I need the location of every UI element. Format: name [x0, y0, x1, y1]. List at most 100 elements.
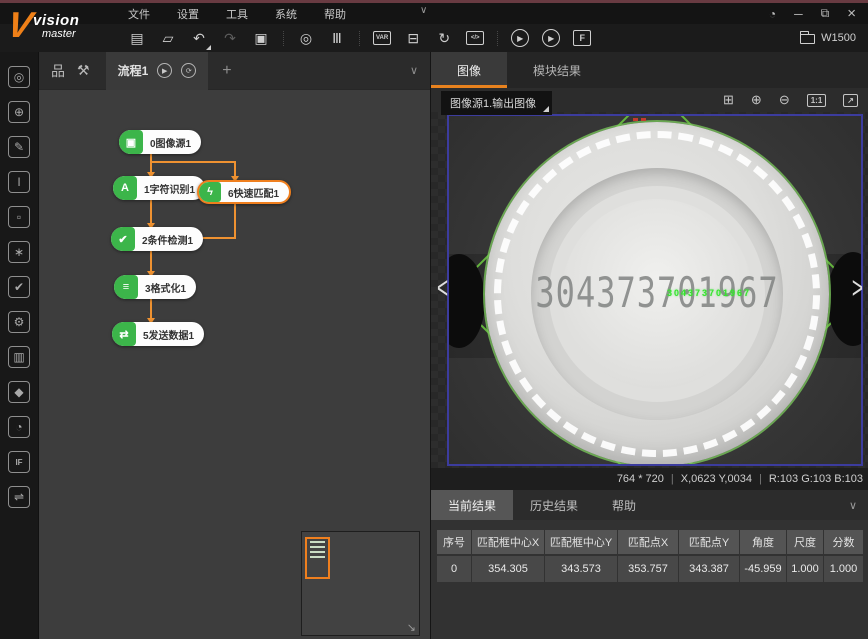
menu-file[interactable]: 文件	[128, 6, 150, 22]
next-image-icon[interactable]: >	[852, 272, 863, 307]
title-bar: 文件 设置 工具 系统 帮助 ∨ ◔ ─ ⧉ ×	[0, 0, 868, 24]
tab-module-result[interactable]: 模块结果	[507, 52, 607, 88]
flow-header: 品 ⚒ 流程1 ▶ ⟳ + ∨	[39, 52, 430, 90]
char-recognition-icon: A	[113, 176, 137, 200]
wrench-icon[interactable]: ⚒	[77, 62, 90, 79]
flow-connector	[150, 299, 152, 318]
minimap-viewport[interactable]	[305, 537, 330, 579]
flow-minimap[interactable]: ↘	[301, 531, 420, 636]
add-flow-icon[interactable]: +	[222, 62, 231, 80]
fit-screen-icon[interactable]: ↗	[843, 94, 858, 107]
tab-history-result[interactable]: 历史结果	[513, 490, 595, 520]
node-image-source[interactable]: ▣ 0图像源1	[119, 130, 201, 154]
marker-ticks	[633, 118, 646, 121]
zoom-in-icon[interactable]: ⊕	[751, 92, 762, 108]
open-icon[interactable]: ▱	[159, 28, 177, 48]
flow-tab[interactable]: 流程1 ▶ ⟳	[106, 52, 209, 90]
chevron-down-icon[interactable]: ∨	[410, 64, 418, 77]
node-format[interactable]: ≡ 3格式化1	[114, 275, 196, 299]
toolbar-separator	[497, 31, 498, 46]
workspace-selector[interactable]: W1500	[800, 24, 856, 52]
image-edit-icon[interactable]: ✎	[8, 136, 30, 158]
panel-icon[interactable]: ⊟	[404, 28, 422, 48]
variables-icon[interactable]: VAR	[373, 31, 391, 45]
undo-icon[interactable]: ↶	[190, 28, 208, 48]
tab-image[interactable]: 图像	[431, 52, 507, 88]
flow-connector	[150, 200, 152, 223]
chevron-down-icon[interactable]: ∨	[849, 499, 857, 512]
image-size: 764 * 720	[617, 473, 664, 485]
image-source-icon: ▣	[119, 130, 143, 154]
save-icon[interactable]: ▤	[128, 28, 146, 48]
position-target-icon[interactable]: ⊕	[8, 101, 30, 123]
redo-icon[interactable]: ↷	[221, 28, 239, 48]
table-row[interactable]: 0 354.305 343.573 353.757 343.387 -45.95…	[437, 556, 863, 582]
function-icon[interactable]: F	[573, 30, 591, 46]
flow-tab-label: 流程1	[118, 62, 149, 79]
format-icon: ≡	[114, 275, 138, 299]
image-source-select[interactable]: 图像源1.输出图像	[441, 91, 552, 115]
prev-image-icon[interactable]: <	[437, 272, 448, 307]
logo-v-mark: V	[5, 6, 36, 44]
node-send-data[interactable]: ⇄ 5发送数据1	[112, 322, 204, 346]
table-header: 序号 匹配框中心X 匹配框中心Y 匹配点X 匹配点Y 角度 尺度 分数	[437, 530, 863, 554]
flow-run-loop-icon[interactable]: ⟳	[181, 63, 196, 78]
menu-system[interactable]: 系统	[275, 6, 297, 22]
pan-icon[interactable]: ⊞	[723, 92, 734, 108]
image-settings-icon[interactable]: ⚙	[8, 311, 30, 333]
histogram-icon[interactable]: ▥	[8, 346, 30, 368]
image-region: 304373701967 304373701967	[447, 114, 863, 466]
menu-settings[interactable]: 设置	[177, 6, 199, 22]
locate-frame-icon[interactable]: ▫	[8, 206, 30, 228]
condition-check-icon: ✔	[111, 227, 135, 251]
module-list-icon[interactable]: Ⅲ	[328, 28, 346, 48]
flow-connector	[150, 251, 152, 271]
viewer-toolbar: 图像源1.输出图像 ⊞ ⊕ ⊖ 1:1 ↗	[431, 88, 868, 112]
logic-calc-icon[interactable]: ✔	[8, 276, 30, 298]
flow-canvas[interactable]: ▣ 0图像源1 A 1字符识别1 ϟ 6快速匹配1 ✔ 2条件检测1 ≡ 3格式…	[39, 90, 430, 639]
menu-help[interactable]: 帮助	[324, 6, 346, 22]
zoom-out-icon[interactable]: ⊖	[779, 92, 790, 108]
folder-icon	[800, 34, 815, 44]
recognition-overlay: 304373701967	[667, 288, 751, 298]
minimize-button[interactable]: ─	[794, 7, 803, 21]
data-exchange-icon[interactable]: ⇌	[8, 486, 30, 508]
chevron-down-icon[interactable]: ∨	[420, 5, 427, 16]
run-once-icon[interactable]: ▶	[511, 29, 529, 47]
image-viewport[interactable]: 304373701967 304373701967 < >	[431, 112, 868, 468]
image-status-bar: 764 * 720 | X,0623 Y,0034 | R:103 G:103 …	[431, 468, 868, 490]
menu-bar: 文件 设置 工具 系统 帮助	[128, 3, 346, 24]
flow-list-icon[interactable]: 品	[51, 61, 65, 81]
bottle-cap: 304373701967	[485, 122, 829, 466]
workspace-label: W1500	[821, 32, 856, 44]
actual-size-icon[interactable]: 1:1	[807, 94, 827, 107]
node-fast-match[interactable]: ϟ 6快速匹配1	[197, 180, 291, 204]
color-fill-icon[interactable]: ◆	[8, 381, 30, 403]
flow-run-icon[interactable]: ▶	[157, 63, 172, 78]
text-recognition-icon[interactable]: I	[8, 171, 30, 193]
save-locked-icon[interactable]: ▣	[252, 28, 270, 48]
camera-timer-icon[interactable]: ◔	[8, 416, 30, 438]
menu-tools[interactable]: 工具	[226, 6, 248, 22]
tab-help[interactable]: 帮助	[595, 490, 653, 520]
restore-button[interactable]: ⧉	[821, 6, 830, 21]
result-panel: 图像 模块结果 图像源1.输出图像 ⊞ ⊕ ⊖ 1:1 ↗	[430, 52, 868, 639]
script-icon[interactable]: </>	[466, 31, 484, 45]
camera-icon[interactable]: ◎	[297, 28, 315, 48]
viewer-tabs: 图像 模块结果	[431, 52, 868, 88]
node-condition-check[interactable]: ✔ 2条件检测1	[111, 227, 203, 251]
minimap-resize-icon[interactable]: ↘	[407, 621, 416, 634]
tab-current-result[interactable]: 当前结果	[431, 490, 513, 520]
run-continuous-icon[interactable]: ▶	[542, 29, 560, 47]
condition-if-icon[interactable]: IF	[8, 451, 30, 473]
flow-connector	[234, 161, 236, 176]
window-controls: ◔ ─ ⧉ ×	[769, 3, 856, 24]
node-char-recognition[interactable]: A 1字符识别1	[113, 176, 205, 200]
performance-monitor-icon[interactable]: ◔	[769, 7, 776, 21]
fast-match-icon: ϟ	[199, 182, 221, 202]
close-button[interactable]: ×	[847, 5, 856, 22]
camera-source-icon[interactable]: ◎	[8, 66, 30, 88]
flow-connector	[150, 161, 236, 163]
communication-icon[interactable]: ↻	[435, 28, 453, 48]
measure-chart-icon[interactable]: ∗	[8, 241, 30, 263]
